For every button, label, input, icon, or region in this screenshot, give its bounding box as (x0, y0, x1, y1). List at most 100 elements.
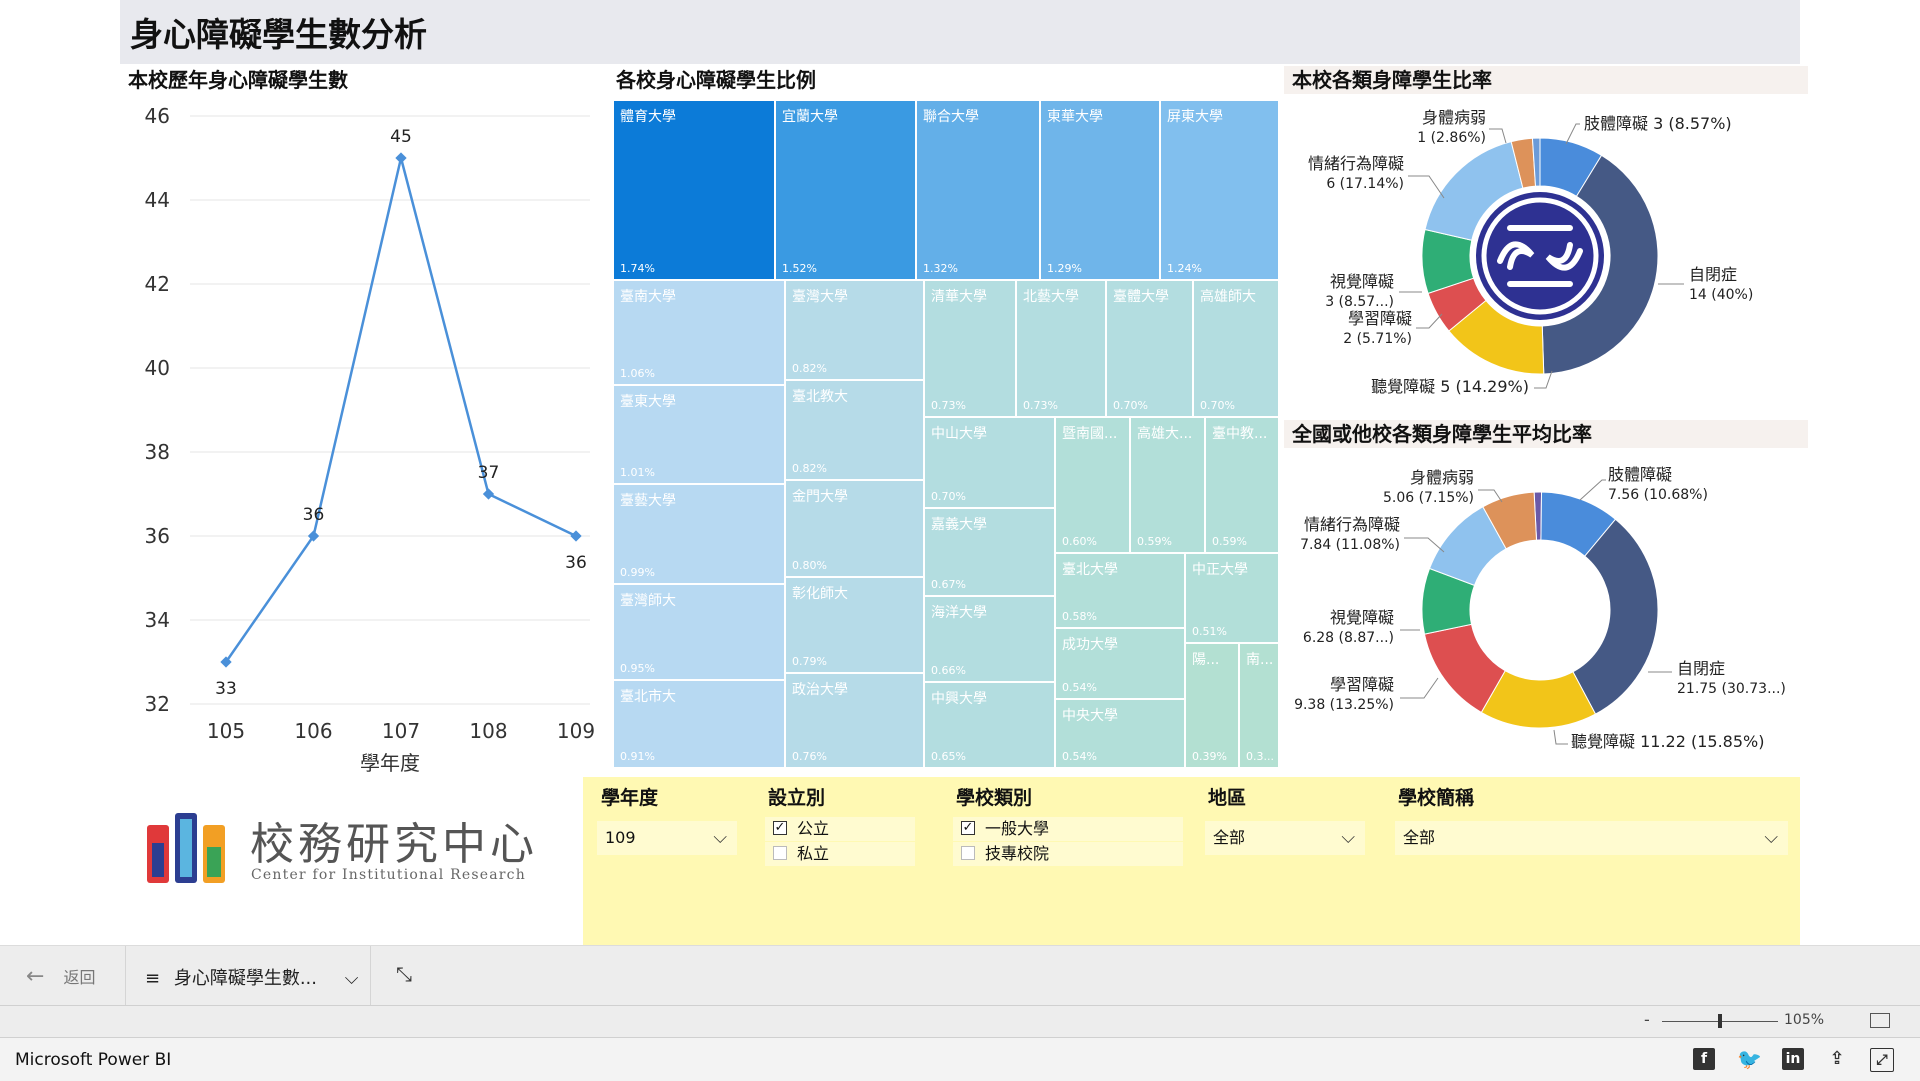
treemap-tile-label: 陽... (1192, 652, 1220, 668)
treemap-tile-value: 1.24% (1167, 262, 1202, 275)
page-title: 身心障礙學生數分析 (130, 15, 427, 54)
treemap-tile[interactable]: 臺北教大 0.82% (785, 380, 924, 480)
data-label: 36 (303, 505, 325, 525)
treemap-tile-value: 0.76% (792, 750, 827, 763)
treemap-tile-value: 0.67% (931, 578, 966, 591)
setup-option-private[interactable]: 私立 (765, 842, 915, 866)
data-point (395, 152, 407, 164)
treemap-tile-label: 東華大學 (1047, 109, 1103, 125)
treemap-tile[interactable]: 聯合大學 1.32% (916, 100, 1040, 280)
donut-label: 身體病弱 (1422, 108, 1486, 127)
exit-fullscreen-icon[interactable]: ⤡ (396, 962, 412, 986)
treemap-tile-value: 0.95% (620, 662, 655, 675)
donut-chart-school[interactable]: 肢體障礙 3 (8.57%) 自閉症 14 (40%) 聽覺障礙 5 (14.29%)… (1284, 96, 1800, 416)
year-dropdown[interactable]: 109 ⌵ (597, 821, 737, 855)
treemap-tile-value: 0.99% (620, 566, 655, 579)
treemap-tile-value: 1.74% (620, 262, 655, 275)
treemap-chart[interactable]: 體育大學 1.74% 宜蘭大學 1.52% 聯合大學 1.32% 東華大學 1.29% 屏東大學… (613, 100, 1279, 768)
chevron-down-icon: ⌵ (1341, 827, 1355, 848)
region-dropdown-value: 全部 (1213, 828, 1246, 847)
donut2-title: 全國或他校各類身障學生平均比率 (1284, 420, 1808, 448)
treemap-tile[interactable]: 陽... 0.39% (1185, 643, 1239, 768)
page-selector[interactable]: ≡ 身心障礙學生數... ⌵ (145, 964, 358, 990)
treemap-tile[interactable]: 成功大學 0.54% (1055, 628, 1185, 699)
treemap-tile-label: 臺東大學 (620, 394, 676, 410)
type-option-technical[interactable]: 技專校院 (953, 842, 1183, 866)
line-chart[interactable]: 32 34 36 38 40 42 44 46 33 36 45 37 36 105 106 107 108 10… (120, 96, 610, 776)
facebook-icon[interactable]: f (1693, 1048, 1715, 1070)
x-tick-label: 107 (382, 719, 420, 743)
treemap-tile-value: 0.70% (1200, 399, 1235, 412)
y-tick-label: 34 (145, 608, 170, 632)
treemap-tile[interactable]: 北藝大學 0.73% (1016, 280, 1106, 417)
donut-label: 學習障礙 (1330, 675, 1394, 694)
treemap-tile-label: 臺藝大學 (620, 493, 676, 509)
data-label: 37 (478, 463, 500, 483)
treemap-tile[interactable]: 臺東大學 1.01% (613, 385, 785, 484)
zoom-slider-handle[interactable] (1718, 1014, 1722, 1028)
treemap-tile-label: 臺北市大 (620, 689, 676, 705)
zoom-out-button[interactable]: - (1644, 1010, 1650, 1029)
treemap-tile-label: 體育大學 (620, 109, 676, 125)
school-dropdown[interactable]: 全部 ⌵ (1395, 821, 1788, 855)
treemap-tile[interactable]: 高雄大... 0.59% (1130, 417, 1205, 553)
treemap-tile-label: 屏東大學 (1167, 109, 1223, 125)
logo-text-en: Center for Institutional Research (251, 867, 526, 883)
powerbi-brand: Microsoft Power BI (15, 1050, 172, 1070)
treemap-tile[interactable]: 臺灣師大 0.95% (613, 584, 785, 680)
share-icon[interactable]: ⇪ (1826, 1048, 1848, 1070)
treemap-tile[interactable]: 暨南國... 0.60% (1055, 417, 1130, 553)
fit-to-page-icon[interactable] (1870, 1013, 1890, 1028)
treemap-tile[interactable]: 清華大學 0.73% (924, 280, 1016, 417)
treemap-tile[interactable]: 體育大學 1.74% (613, 100, 775, 280)
twitter-icon[interactable]: 🐦 (1737, 1048, 1762, 1070)
treemap-tile[interactable]: 臺北大學 0.58% (1055, 553, 1185, 628)
treemap-tile-label: 南... (1246, 652, 1274, 668)
series-line (224, 157, 577, 663)
treemap-tile[interactable]: 海洋大學 0.66% (924, 596, 1055, 682)
treemap-tile[interactable]: 嘉義大學 0.67% (924, 508, 1055, 596)
type-option-general-label: 一般大學 (985, 819, 1050, 838)
treemap-tile-label: 彰化師大 (792, 586, 848, 602)
treemap-tile-value: 0.66% (931, 664, 966, 677)
treemap-tile[interactable]: 彰化師大 0.79% (785, 577, 924, 673)
donut-chart-national[interactable]: 肢體障礙 7.56 (10.68%) 自閉症 21.75 (30.73...) 聽覺障礙… (1284, 450, 1800, 770)
logo-mark-icon (147, 813, 225, 883)
treemap-tile-label: 宜蘭大學 (782, 109, 838, 125)
treemap-tile[interactable]: 中央大學 0.54% (1055, 699, 1185, 768)
fullscreen-icon[interactable]: ⤢ (1870, 1048, 1894, 1072)
treemap-tile[interactable]: 東華大學 1.29% (1040, 100, 1160, 280)
linkedin-icon[interactable]: in (1782, 1048, 1804, 1070)
divider (125, 946, 126, 1006)
donut-label: 肢體障礙 3 (8.57%) (1584, 114, 1732, 133)
title-bar: 身心障礙學生數分析 (120, 0, 1800, 64)
treemap-tile[interactable]: 金門大學 0.80% (785, 480, 924, 577)
cir-logo: 校務研究中心 Center for Institutional Research (145, 808, 534, 898)
treemap-tile[interactable]: 臺灣大學 0.82% (785, 280, 924, 380)
footer-bar: Microsoft Power BI f 🐦 in ⇪ ⤢ (0, 1037, 1920, 1081)
treemap-tile[interactable]: 政治大學 0.76% (785, 673, 924, 768)
treemap-tile[interactable]: 臺中教... 0.59% (1205, 417, 1279, 553)
logo-text-zh: 校務研究中心 (250, 819, 538, 870)
setup-option-public[interactable]: ✓ 公立 (765, 817, 915, 841)
checkbox-unchecked-icon (961, 846, 975, 860)
treemap-tile[interactable]: 中興大學 0.65% (924, 682, 1055, 768)
treemap-tile[interactable]: 臺藝大學 0.99% (613, 484, 785, 584)
region-dropdown[interactable]: 全部 ⌵ (1205, 821, 1365, 855)
treemap-tile[interactable]: 宜蘭大學 1.52% (775, 100, 916, 280)
treemap-tile[interactable]: 中正大學 0.51% (1185, 553, 1279, 643)
treemap-tile[interactable]: 臺南大學 1.06% (613, 280, 785, 385)
school-slicer-label: 學校簡稱 (1398, 787, 1475, 809)
treemap-tile[interactable]: 臺體大學 0.70% (1106, 280, 1193, 417)
back-button[interactable]: ← 返回 (26, 964, 96, 989)
treemap-tile[interactable]: 中山大學 0.70% (924, 417, 1055, 508)
treemap-tile[interactable]: 高雄師大 0.70% (1193, 280, 1279, 417)
type-option-general[interactable]: ✓ 一般大學 (953, 817, 1183, 841)
y-tick-label: 44 (145, 188, 170, 212)
donut-label: 6 (17.14%) (1326, 176, 1404, 192)
treemap-tile-label: 臺北教大 (792, 389, 848, 405)
treemap-tile[interactable]: 臺北市大 0.91% (613, 680, 785, 768)
donut-label: 自閉症 (1689, 265, 1737, 284)
treemap-tile[interactable]: 屏東大學 1.24% (1160, 100, 1279, 280)
treemap-tile[interactable]: 南... 0.3... (1239, 643, 1279, 768)
